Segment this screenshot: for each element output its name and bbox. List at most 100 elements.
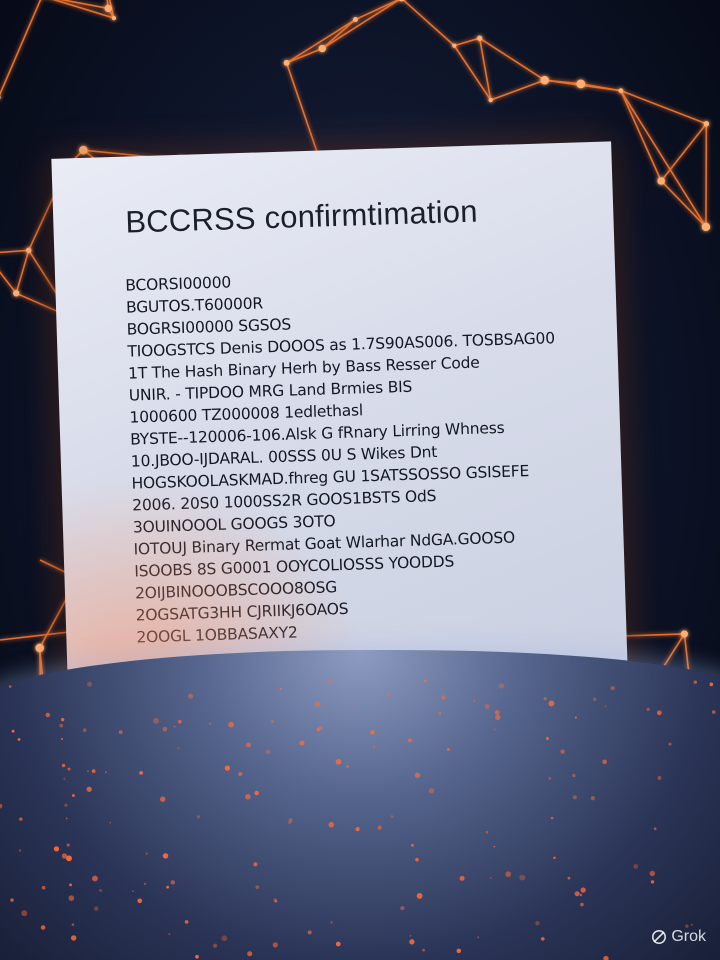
- glow-speckle: [424, 679, 427, 683]
- glow-speckle: [132, 890, 134, 893]
- network-link: [321, 0, 401, 50]
- glow-speckle: [40, 925, 46, 930]
- network-node: [25, 247, 32, 254]
- glow-speckle: [71, 923, 75, 926]
- glow-speckle: [602, 759, 607, 765]
- glow-speckle: [592, 697, 597, 701]
- network-node: [488, 97, 493, 103]
- glow-speckle: [177, 719, 182, 724]
- glow-speckle: [428, 788, 435, 794]
- network-link: [59, 0, 109, 10]
- glow-speckle: [446, 748, 450, 751]
- glow-speckle: [245, 794, 251, 800]
- glow-speckle: [493, 845, 496, 848]
- glow-speckle: [335, 758, 342, 765]
- glow-speckle: [649, 870, 656, 877]
- glow-speckle: [693, 680, 698, 684]
- glow-speckle: [254, 790, 259, 796]
- glow-speckle: [162, 853, 169, 859]
- glow-speckle: [228, 721, 234, 728]
- network-link: [0, 271, 17, 294]
- glow-speckle: [209, 722, 212, 725]
- glow-speckle: [60, 737, 64, 741]
- glow-speckle: [519, 874, 526, 881]
- glow-speckle: [377, 825, 382, 830]
- glow-speckle: [485, 830, 489, 834]
- glow-speckle: [498, 683, 505, 689]
- network-node: [79, 145, 88, 155]
- glow-speckle: [66, 843, 70, 847]
- network-node: [476, 35, 483, 41]
- glow-speckle: [83, 728, 87, 732]
- glow-speckle: [8, 685, 12, 688]
- glow-speckle: [221, 935, 228, 942]
- glow-speckle: [265, 749, 271, 755]
- glow-speckle: [550, 816, 554, 820]
- glow-speckle: [633, 864, 639, 869]
- glow-speckle: [61, 717, 65, 722]
- glow-speckle: [314, 701, 321, 707]
- glow-speckle: [91, 769, 96, 774]
- confirmation-document: BCCRSS confirmtimation BCORSI00000 BGUTO…: [51, 141, 629, 719]
- network-node: [452, 43, 457, 48]
- glow-speckle: [656, 710, 662, 716]
- glow-speckle: [416, 892, 423, 899]
- glow-speckle: [86, 786, 92, 792]
- glow-speckle: [247, 951, 253, 957]
- glow-speckle: [170, 880, 176, 885]
- glow-speckle: [139, 770, 144, 775]
- glow-speckle: [153, 717, 159, 724]
- glow-speckle: [489, 877, 492, 879]
- watermark: Grok: [651, 928, 706, 946]
- glow-speckle: [109, 821, 112, 824]
- network-link: [286, 18, 356, 64]
- network-link: [0, 249, 29, 254]
- glow-speckle: [553, 856, 556, 860]
- glow-speckle: [560, 749, 565, 754]
- glow-speckle: [494, 710, 500, 716]
- document-title: BCCRSS confirmtimation: [124, 193, 479, 240]
- glow-speckle: [409, 939, 415, 945]
- network-node: [618, 88, 624, 94]
- network-link: [660, 123, 707, 182]
- glow-speckle: [540, 937, 545, 941]
- glow-speckle: [99, 888, 103, 893]
- glow-speckle: [63, 777, 66, 780]
- glow-speckle: [104, 771, 107, 774]
- glow-speckle: [484, 704, 490, 710]
- glow-speckle: [59, 723, 64, 728]
- glow-speckle: [604, 705, 607, 708]
- network-node: [111, 15, 117, 21]
- network-link: [0, 0, 42, 97]
- glow-speckle: [580, 887, 586, 893]
- glow-speckle: [18, 849, 22, 852]
- glow-speckle: [238, 771, 243, 776]
- glow-speckle: [173, 725, 176, 728]
- glow-speckle: [545, 736, 550, 741]
- network-node: [703, 120, 710, 127]
- glow-speckle: [64, 803, 68, 807]
- glow-speckle: [65, 817, 68, 820]
- glow-speckle: [346, 765, 349, 768]
- glow-speckle: [168, 933, 171, 936]
- glow-speckle: [145, 852, 148, 855]
- glow-speckle: [473, 700, 476, 702]
- glow-speckle: [270, 720, 274, 724]
- glow-speckle: [650, 880, 655, 884]
- glow-speckle: [610, 686, 615, 691]
- glow-speckle: [246, 742, 251, 748]
- glow-speckle: [407, 738, 413, 743]
- glow-speckle: [177, 747, 180, 750]
- glow-speckle: [603, 955, 609, 960]
- glow-speckle: [224, 765, 230, 771]
- glow-speckle: [574, 716, 577, 719]
- glow-speckle: [11, 729, 15, 733]
- glow-speckle: [370, 730, 375, 735]
- glow-speckle: [67, 767, 71, 771]
- glow-speckle: [71, 794, 75, 798]
- glow-speckle: [70, 935, 77, 941]
- glow-speckle: [574, 891, 580, 897]
- glow-speckle: [572, 773, 576, 778]
- glow-speckle: [328, 821, 335, 828]
- network-link: [490, 79, 545, 101]
